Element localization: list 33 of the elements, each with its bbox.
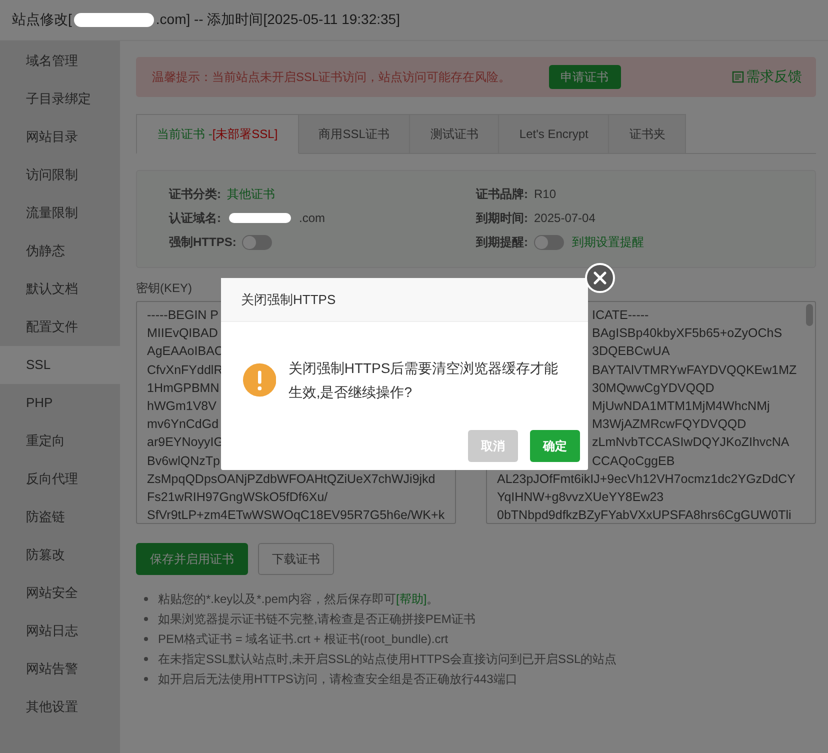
certificate-line: YqIHNW+g8vvzXUeYY8Ew23: [497, 489, 664, 506]
certificate-line: BAgISBp40kbyXF5b65+oZyOChS: [592, 325, 782, 342]
certificate-line: zLmNvbTCCASIwDQYJKoZIhvcNA: [592, 434, 790, 452]
dialog-message: 关闭强制HTTPS后需要清空浏览器缓存才能生效,是否继续操作?: [288, 359, 560, 402]
key-label: 密钥(KEY): [136, 280, 194, 297]
certificate-line: MjUwNDA1MTM1MjM4WhcNMj: [592, 398, 770, 416]
certificate-line: BAYTAlVTMRYwFAYDVQQKEw1MZ: [592, 362, 797, 379]
certificate-line: ICATE-----: [592, 307, 649, 324]
field-value: 其他证书: [227, 186, 275, 202]
certificate-line: AL23pJOfFmt6ikIJ+9ecVh12VH7ocmz1dc2YGzDdCY: [497, 470, 796, 488]
field-label: 到期提醒:: [476, 234, 528, 250]
note-text: 粘贴您的*.key以及*.pem内容，然后保存即可[帮助]。: [158, 590, 439, 608]
window-title: .com] -- 添加时间[2025-05-11 19:32:35]: [156, 11, 400, 29]
warning-text: 温馨提示：当前站点未开启SSL证书访问，站点访问可能存在风险。: [152, 68, 511, 86]
certificate-line: CCAQoCggEB: [592, 452, 675, 470]
certificate-line: 30MQwwCgYDVQQD: [592, 380, 714, 397]
field-value: 2025-07-04: [534, 211, 596, 225]
field-label: 证书品牌:: [476, 186, 528, 202]
field-label: 认证域名:: [169, 210, 221, 226]
dialog-title: 关闭强制HTTPS: [241, 290, 336, 308]
note-text: 在未指定SSL默认站点时,未开启SSL的站点使用HTTPS会直接访问到已开启SSL的站点: [158, 650, 617, 668]
field-label: 证书分类:: [169, 186, 221, 202]
certificate-line: M3WjAZMRcwFQYDVQQD: [592, 416, 746, 434]
certificate-line: 3DQEBCwUA: [592, 343, 670, 360]
note-text: 如开启后无法使用HTTPS访问，请检查安全组是否正确放行443端口: [158, 670, 518, 688]
certificate-line: 0bTNbpd9dfkzBZyFYabVXxUPSFA8hrs6CgGUW0Tli: [497, 507, 792, 523]
window-title: 站点修改[: [12, 11, 72, 29]
field-value: .com: [299, 211, 326, 225]
note-text: PEM格式证书 = 域名证书.crt + 根证书(root_bundle).crt: [158, 630, 448, 648]
field-label: 到期时间:: [476, 210, 528, 226]
field-label: 强制HTTPS:: [169, 234, 236, 250]
note-text: 如果浏览器提示证书链不完整,请检查是否正确拼接PEM证书: [158, 610, 476, 628]
field-value: R10: [534, 187, 556, 201]
